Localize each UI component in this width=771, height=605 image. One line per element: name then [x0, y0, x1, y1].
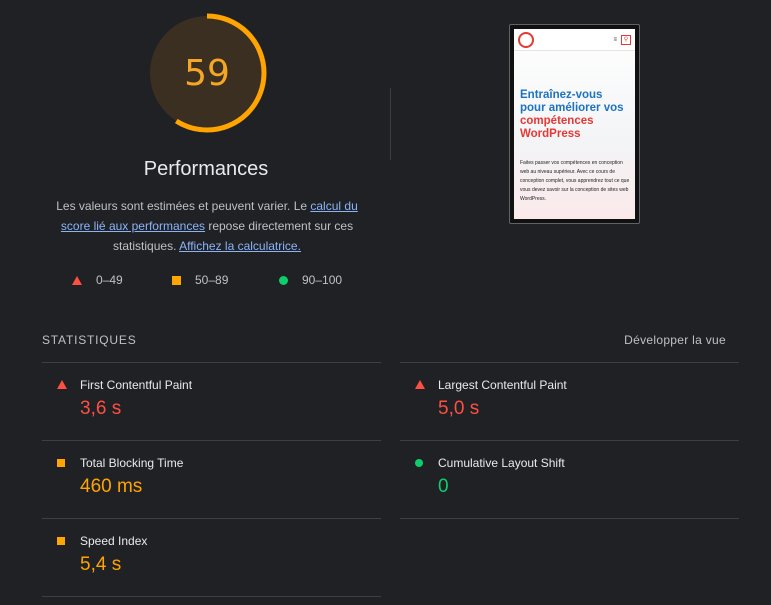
divider [400, 518, 739, 519]
metric-name: First Contentful Paint [80, 378, 193, 392]
site-logo-icon [518, 31, 534, 48]
divider [42, 518, 381, 519]
legend-fail-label: 0–49 [96, 273, 123, 287]
metric-value: 5,4 s [80, 554, 122, 575]
screenshot-topbar: ≡ ⚲ [514, 29, 635, 51]
circle-icon [279, 275, 288, 285]
menu-icon: ≡ [613, 36, 617, 43]
divider [42, 362, 381, 363]
average-square-icon [57, 537, 65, 545]
fail-triangle-icon [57, 380, 67, 389]
metric-value: 3,6 s [80, 398, 122, 419]
divider [42, 596, 381, 597]
headline-line-4: WordPress [520, 128, 581, 140]
expand-view-button[interactable]: Développer la vue [624, 333, 726, 347]
legend-average-label: 50–89 [195, 273, 229, 287]
legend-pass: 90–100 [279, 273, 342, 287]
metric-value: 0 [438, 476, 449, 497]
score-value: 59 [184, 52, 230, 94]
metric-name: Largest Contentful Paint [438, 378, 567, 392]
page-screenshot-thumbnail[interactable]: ≡ ⚲ Entraînez-vous pour améliorer vos co… [509, 24, 640, 224]
vertical-divider [390, 88, 391, 160]
average-square-icon [57, 459, 65, 467]
metric-name: Speed Index [80, 534, 148, 548]
divider [400, 440, 739, 441]
legend-pass-label: 90–100 [302, 273, 343, 287]
metric-value: 460 ms [80, 476, 143, 497]
fail-triangle-icon [415, 380, 425, 389]
statistics-heading: STATISTIQUES [42, 333, 137, 347]
score-description: Les valeurs sont estimées et peuvent var… [44, 196, 370, 256]
metric-name: Cumulative Layout Shift [438, 456, 565, 470]
category-title: Performances [143, 158, 269, 180]
triangle-icon [72, 275, 82, 285]
screenshot-screen: ≡ ⚲ Entraînez-vous pour améliorer vos co… [514, 29, 635, 219]
headline-line-3: compétences [520, 115, 594, 127]
screenshot-header-icons: ≡ ⚲ [613, 34, 631, 45]
screenshot-body-text: Faites passer vos compétences en concept… [520, 160, 630, 202]
metric-value: 5,0 s [438, 398, 480, 419]
divider [400, 362, 739, 363]
legend-average: 50–89 [172, 273, 228, 287]
headline-line-2: pour améliorer vos [520, 102, 624, 114]
pass-circle-icon [415, 459, 423, 467]
search-icon: ⚲ [621, 34, 631, 45]
description-text-1: Les valeurs sont estimées et peuvent var… [56, 199, 311, 213]
square-icon [172, 275, 181, 285]
headline-line-1: Entraînez-vous [520, 89, 603, 101]
calculator-link[interactable]: Affichez la calculatrice. [179, 239, 301, 253]
screenshot-headline: Entraînez-vous pour améliorer vos compét… [520, 89, 632, 141]
metric-name: Total Blocking Time [80, 456, 184, 470]
legend-fail: 0–49 [72, 273, 123, 287]
divider [42, 440, 381, 441]
